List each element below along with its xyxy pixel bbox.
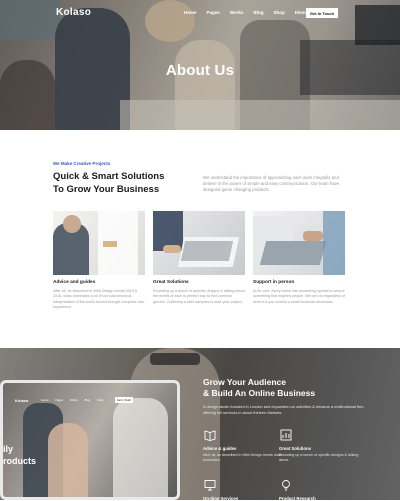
feature-image-advice <box>53 211 145 275</box>
service-title: Advice & guides <box>203 446 237 451</box>
service-solutions: Great Solutions Rounding up a bunch of s… <box>279 428 359 463</box>
laptop-headline-line: roducts <box>3 456 37 466</box>
menu-item-works[interactable]: Works <box>230 10 244 15</box>
service-research: Product Research <box>279 478 359 501</box>
feature-title: Advice and guides <box>53 280 96 285</box>
service-text: After all, as described in Web Design tr… <box>203 453 283 462</box>
feature-card-solutions: Great Solutions Rounding up a bunch of s… <box>153 211 245 305</box>
feature-title: Support in person <box>253 280 295 285</box>
menu-item-home[interactable]: Home <box>184 10 197 15</box>
book-icon <box>204 430 216 441</box>
laptop-logo: Kolaso <box>15 398 29 403</box>
laptop-mockup: Kolaso Home Pages Works Blog Shop Get In… <box>0 380 180 500</box>
laptop-cta: Get In Touch <box>115 397 133 403</box>
laptop-menu-item: Blog <box>84 398 91 402</box>
service-text: Rounding up a bunch of specific designs … <box>279 453 359 462</box>
main-menu: Home Pages Works Blog Shop Elements <box>184 10 325 15</box>
service-title: Product Research <box>279 496 316 501</box>
monitor-icon <box>204 480 216 491</box>
feature-image-solutions <box>153 211 245 275</box>
laptop-headline: ily roducts <box>3 443 36 467</box>
menu-item-shop[interactable]: Shop <box>273 10 284 15</box>
site-logo[interactable]: Kolaso <box>56 7 91 18</box>
bulb-icon <box>282 480 290 491</box>
chart-icon <box>280 429 292 441</box>
service-advice: Advice & guides After all, as described … <box>203 428 283 463</box>
service-title: Great Solutions <box>279 446 311 451</box>
section-kicker: We Make Creative Projects <box>53 161 111 166</box>
growth-paragraph: A design studio founded in London and ex… <box>203 404 365 415</box>
growth-title-line-1: Grow Your Audience <box>203 377 286 387</box>
top-navigation: Kolaso Home Pages Works Blog Shop Elemen… <box>0 7 400 21</box>
menu-item-pages[interactable]: Pages <box>207 10 220 15</box>
laptop-screen: Kolaso Home Pages Works Blog Shop Get In… <box>3 383 177 497</box>
feature-card-support: Support in person At its core, every bra… <box>253 211 345 305</box>
laptop-menu-item: Home <box>41 398 49 402</box>
growth-title: Grow Your Audience & Build An Online Bus… <box>203 377 315 399</box>
laptop-menu-item: Shop <box>97 398 104 402</box>
laptop-headline-line: ily <box>3 444 14 454</box>
laptop-menu: Home Pages Works Blog Shop <box>41 398 110 402</box>
feature-image-support <box>253 211 345 275</box>
headline-line-1: Quick & Smart Solutions <box>53 171 165 182</box>
feature-text: At its core, every brand has something s… <box>253 289 345 304</box>
hero-section: Kolaso Home Pages Works Blog Shop Elemen… <box>0 0 400 130</box>
growth-title-line-2: & Build An Online Business <box>203 388 316 398</box>
feature-card-advice: Advice and guides After all, as describe… <box>53 211 145 311</box>
service-title: On-time Services <box>203 496 239 501</box>
feature-text: Rounding up a bunch of specific designs … <box>153 289 245 304</box>
laptop-menu-item: Works <box>69 398 78 402</box>
menu-item-blog[interactable]: Blog <box>253 10 263 15</box>
get-in-touch-button[interactable]: Get In Touch <box>306 8 338 18</box>
feature-title: Great Solutions <box>153 280 189 285</box>
headline-line-2: To Grow Your Business <box>53 184 160 195</box>
page-title: About Us <box>165 62 235 79</box>
intro-paragraph: We understand the importance of approach… <box>203 175 340 192</box>
laptop-menu-item: Pages <box>55 398 64 402</box>
feature-text: After all, as described in Web Design tr… <box>53 289 145 310</box>
section-headline: Quick & Smart Solutions To Grow Your Bus… <box>53 170 193 196</box>
service-ontime: On-time Services <box>203 478 283 501</box>
